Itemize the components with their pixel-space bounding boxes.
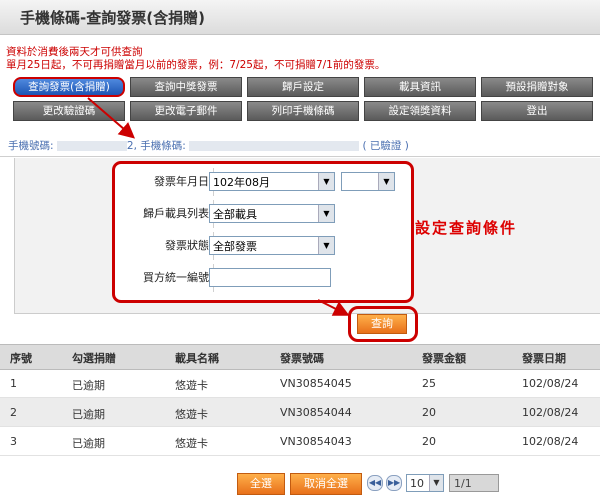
annotation-set-query: 設定查詢條件 [415, 219, 518, 237]
status-label: 發票狀態 [165, 239, 209, 252]
cell-index: 2 [10, 406, 17, 419]
cell-donate: 已逾期 [72, 408, 105, 421]
nav-winning-invoice[interactable]: 查詢中獎發票 [130, 77, 242, 97]
cell-invoice-no: VN30854045 [280, 377, 352, 390]
page-title: 手機條碼-查詢發票(含捐贈) [20, 9, 205, 27]
cell-amount: 20 [422, 406, 436, 419]
pager: 全選 取消全選 ◀◀ ▶▶ 10 ▼ 1/1 [0, 470, 600, 496]
row-invoice-month: 發票年月日 102年08月 ▼ ▼ [115, 168, 411, 196]
nav-menu: 查詢發票(含捐贈) 查詢中獎發票 歸戶設定 載具資訊 預設捐贈對象 更改驗證碼 … [13, 77, 595, 121]
cell-carrier: 悠遊卡 [175, 408, 208, 421]
carrier-select[interactable]: 全部載具 ▼ [209, 204, 335, 223]
status-select[interactable]: 全部發票 ▼ [209, 236, 335, 255]
cell-date: 102/08/24 [522, 435, 579, 448]
redacted-phone [56, 141, 127, 151]
cell-carrier: 悠遊卡 [175, 437, 208, 450]
invoice-day-select[interactable]: ▼ [341, 172, 395, 191]
chevron-down-icon: ▼ [318, 205, 334, 222]
row-buyer-id: 買方統一編號 [115, 264, 411, 292]
notice-line-2: 單月25日起，不可再捐贈當月以前的發票，例：7/25起，不可捐贈7/1前的發票。 [6, 59, 386, 71]
nav-carrier-info[interactable]: 載具資訊 [364, 77, 476, 97]
nav-carrier-setting[interactable]: 歸戶設定 [247, 77, 359, 97]
cell-index: 1 [10, 377, 17, 390]
cell-carrier: 悠遊卡 [175, 379, 208, 392]
cell-invoice-no: VN30854044 [280, 406, 352, 419]
cell-donate: 已逾期 [72, 437, 105, 450]
redacted-barcode [189, 141, 360, 151]
phone-tail: 2, [126, 140, 137, 152]
nav-print-barcode[interactable]: 列印手機條碼 [247, 101, 359, 121]
query-form: 發票年月日 102年08月 ▼ ▼ 歸戶載具列表 全部載具 ▼ 發票狀態 全部發… [112, 161, 414, 303]
col-index: 序號 [10, 352, 32, 365]
barcode-label: 手機條碼: [140, 140, 186, 152]
row-status: 發票狀態 全部發票 ▼ [115, 232, 411, 260]
select-all-button[interactable]: 全選 [237, 473, 285, 495]
invoice-month-label: 發票年月日 [154, 175, 209, 188]
table-row: 1 已逾期 悠遊卡 VN30854045 25 102/08/24 [0, 369, 600, 398]
nav-change-email[interactable]: 更改電子郵件 [130, 101, 242, 121]
carrier-value: 全部載具 [213, 208, 257, 221]
col-invoice-no: 發票號碼 [280, 352, 324, 365]
nav-logout[interactable]: 登出 [481, 101, 593, 121]
chevron-down-icon: ▼ [318, 173, 334, 190]
buyer-id-input[interactable] [209, 268, 331, 287]
invoice-month-select[interactable]: 102年08月 ▼ [209, 172, 335, 191]
cell-invoice-no: VN30854043 [280, 435, 352, 448]
nav-query-invoice[interactable]: 查詢發票(含捐贈) [13, 77, 125, 97]
carrier-label: 歸戶載具列表 [143, 207, 209, 220]
col-donate: 勾選捐贈 [72, 352, 116, 365]
double-left-arrow-icon[interactable]: ◀◀ [367, 475, 383, 491]
title-bar: 手機條碼-查詢發票(含捐贈) [0, 0, 600, 35]
nav-default-donation[interactable]: 預設捐贈對象 [481, 77, 593, 97]
status-value: 全部發票 [213, 240, 257, 253]
page-size-value: 10 [410, 477, 424, 490]
page-indicator: 1/1 [449, 474, 499, 492]
cell-date: 102/08/24 [522, 377, 579, 390]
row-carrier: 歸戶載具列表 全部載具 ▼ [115, 200, 411, 228]
table-header: 序號 勾選捐贈 載具名稱 發票號碼 發票金額 發票日期 [0, 344, 600, 370]
search-button[interactable]: 查詢 [357, 314, 407, 334]
cell-date: 102/08/24 [522, 406, 579, 419]
cell-amount: 20 [422, 435, 436, 448]
search-highlight: 查詢 [348, 306, 418, 342]
phone-label: 手機號碼: [8, 140, 54, 152]
buyer-id-label: 買方統一編號 [143, 271, 209, 284]
col-carrier: 載具名稱 [175, 352, 219, 365]
account-info: 手機號碼: 2, 手機條碼: ( 已驗證 ) [8, 138, 409, 153]
cell-amount: 25 [422, 377, 436, 390]
table-row: 3 已逾期 悠遊卡 VN30854043 20 102/08/24 [0, 427, 600, 456]
deselect-all-button[interactable]: 取消全選 [290, 473, 362, 495]
col-date: 發票日期 [522, 352, 566, 365]
double-right-arrow-icon[interactable]: ▶▶ [386, 475, 402, 491]
chevron-down-icon: ▼ [429, 475, 443, 491]
page-size-select[interactable]: 10 ▼ [406, 474, 444, 492]
invoice-month-value: 102年08月 [213, 176, 270, 189]
verified-status: ( 已驗證 ) [362, 140, 409, 152]
table-row: 2 已逾期 悠遊卡 VN30854044 20 102/08/24 [0, 398, 600, 427]
divider [0, 156, 600, 157]
cell-donate: 已逾期 [72, 379, 105, 392]
chevron-down-icon: ▼ [378, 173, 394, 190]
chevron-down-icon: ▼ [318, 237, 334, 254]
nav-change-verification[interactable]: 更改驗證碼 [13, 101, 125, 121]
cell-index: 3 [10, 435, 17, 448]
nav-prize-info[interactable]: 設定領獎資料 [364, 101, 476, 121]
col-amount: 發票金額 [422, 352, 466, 365]
